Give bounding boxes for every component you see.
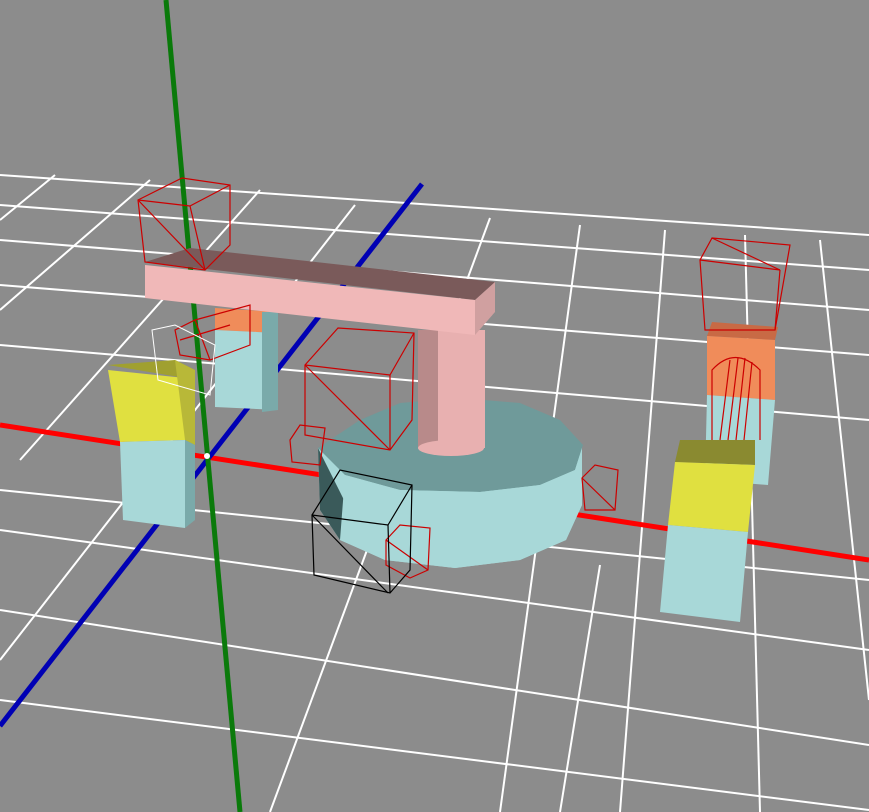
origin-marker [204,453,210,459]
vertical-column[interactable] [418,330,485,456]
right-front-pillar-body [660,525,748,622]
3d-viewport[interactable] [0,0,869,812]
left-back-pillar[interactable] [215,308,278,412]
left-front-pillar-body [120,440,185,528]
